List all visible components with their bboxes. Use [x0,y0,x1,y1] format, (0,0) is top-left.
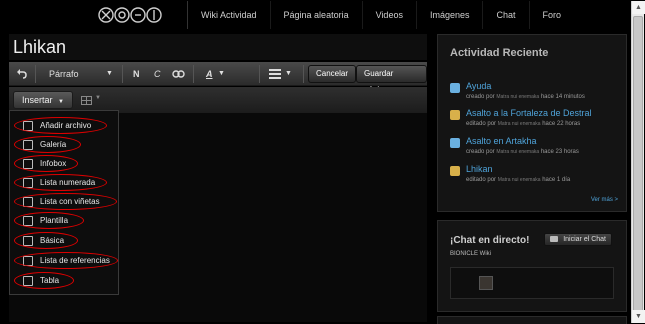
activity-user[interactable]: Matra nui enemaka [496,149,539,155]
activity-time: hace 22 horas [542,121,581,127]
activity-item-title[interactable]: Lhikan [466,164,493,174]
activity-item-title[interactable]: Ayuda [466,81,491,91]
chat-users-box [450,267,614,299]
page-add-icon [450,83,460,93]
chevron-down-icon: ▼ [106,70,113,77]
next-panel [437,316,627,324]
menu-item-table[interactable]: Tabla [10,271,118,290]
nav-images[interactable]: Imágenes [415,1,483,29]
insert-menu: Añadir archivo Galería Infobox Lista num… [9,110,119,295]
activity-verb: creado por [466,149,495,155]
annotation-ring [14,193,117,210]
page-title[interactable]: Lhikan [9,34,427,60]
annotation-ring [14,136,81,153]
annotation-ring [14,212,84,229]
nav-wiki-activity[interactable]: Wiki Actividad [187,1,270,29]
menu-item-infobox[interactable]: Infobox [10,154,118,173]
annotation-ring [14,232,78,249]
avatar[interactable] [479,276,493,290]
annotation-ring [14,252,118,269]
bold-button[interactable]: N [133,66,140,82]
insert-button[interactable]: Insertar ▼ [13,91,73,109]
pencil-icon [450,110,460,120]
link-icon[interactable] [172,69,185,79]
activity-user[interactable]: Matra nui enemaka [498,121,541,127]
nav-chat[interactable]: Chat [482,1,528,29]
menu-item-add-file[interactable]: Añadir archivo [10,116,118,135]
nav-random-page[interactable]: Página aleatoria [269,1,362,29]
see-more-link[interactable]: Ver más > [591,197,618,203]
toolbar-separator [35,65,36,83]
recent-activity-panel: Actividad Reciente Ayuda creado por Matr… [437,34,627,212]
chevron-down-icon: ▼ [58,99,64,105]
annotation-ring [14,155,78,172]
nav-videos[interactable]: Videos [361,1,416,29]
page-add-icon [450,138,460,148]
activity-user[interactable]: Matra nui enemaka [498,177,541,183]
chevron-down-icon: ▼ [218,70,225,77]
activity-verb: editado por [466,177,497,183]
chevron-down-icon: ▼ [285,70,292,77]
annotation-ring [14,117,107,134]
activity-item-meta: creado por Matra nui enemaka hace 23 hor… [466,149,579,155]
chat-heading: ¡Chat en directo! [450,235,530,246]
list-icon[interactable] [269,69,281,79]
menu-item-template[interactable]: Plantilla [10,211,118,230]
activity-verb: creado por [466,94,495,100]
activity-item-meta: creado por Matra nui enemaka hace 14 min… [466,94,585,100]
nav-links: Wiki Actividad Página aleatoria Videos I… [187,1,574,29]
activity-time: hace 23 horas [540,149,579,155]
italic-button[interactable]: C [154,66,161,82]
activity-item-title[interactable]: Asalto a la Fortaleza de Destral [466,108,592,118]
top-navigation: Wiki Actividad Página aleatoria Videos I… [1,1,631,29]
toolbar-separator [259,65,260,83]
activity-time: hace 1 día [542,177,571,183]
menu-item-gallery[interactable]: Galería [10,135,118,154]
pencil-icon [450,166,460,176]
table-icon[interactable] [81,96,92,105]
menu-item-basic[interactable]: Básica [10,231,118,250]
menu-item-bulleted-list[interactable]: Lista con viñetas [10,192,118,211]
activity-verb: editado por [466,121,497,127]
activity-item-title[interactable]: Asalto en Artakha [466,136,537,146]
format-label: Párrafo [49,69,79,79]
annotation-ring [14,174,107,191]
chat-panel: ¡Chat en directo! Iniciar el Chat BIONIC… [437,220,627,312]
toolbar-separator [303,65,304,83]
editor-toolbar: Párrafo ▼ N C A ▼ ▼ Cancelar Guardar pág… [9,62,427,94]
wiki-logo[interactable] [97,6,163,24]
activity-time: hace 14 minutos [540,94,585,100]
insert-label: Insertar [22,95,53,105]
toolbar-separator [193,65,194,83]
page-scrollbar[interactable]: ▲ ▼ [631,1,645,323]
scrollbar-thumb[interactable] [633,16,643,316]
activity-item-meta: editado por Matra nui enemaka hace 22 ho… [466,121,580,127]
scroll-up-icon[interactable]: ▲ [632,1,645,14]
chat-bubble-icon [550,236,559,243]
start-chat-label: Iniciar el Chat [563,236,606,243]
activity-user[interactable]: Matra nui enemaka [496,94,539,100]
toolbar-separator [122,65,123,83]
text-style-button[interactable]: A [206,66,213,82]
scroll-down-icon[interactable]: ▼ [632,310,645,323]
menu-item-references[interactable]: Lista de referencias [10,251,118,270]
menu-item-numbered-list[interactable]: Lista numerada [10,173,118,192]
chevron-down-icon: ▼ [95,95,101,101]
start-chat-button[interactable]: Iniciar el Chat [544,233,612,246]
save-page-button[interactable]: Guardar página [356,65,427,94]
format-select[interactable]: Párrafo [49,66,79,82]
recent-activity-heading: Actividad Reciente [450,47,549,59]
chat-wiki-name: BIONICLE Wiki [450,251,492,257]
cancel-button[interactable]: Cancelar [308,65,357,83]
undo-icon[interactable] [16,68,28,80]
annotation-ring [14,272,74,289]
nav-forum[interactable]: Foro [528,1,575,29]
activity-item-meta: editado por Matra nui enemaka hace 1 día [466,177,570,183]
